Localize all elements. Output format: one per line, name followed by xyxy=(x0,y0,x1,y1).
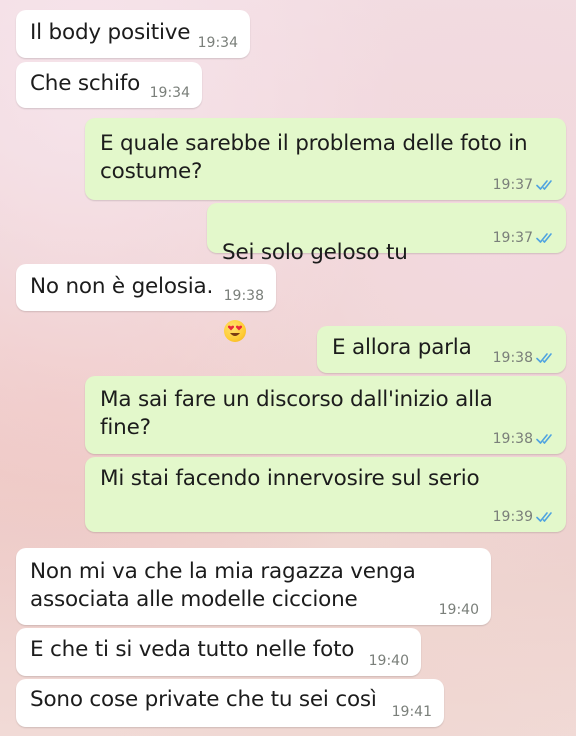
message-text: No non è gelosia. xyxy=(30,274,214,299)
message-text: Non mi va che la mia ragazza venga assoc… xyxy=(30,559,416,612)
message-meta: 19:37 xyxy=(493,177,556,193)
message-time: 19:38 xyxy=(492,350,533,366)
message-meta: 19:41 xyxy=(392,704,432,720)
message-text: E allora parla xyxy=(332,335,472,360)
message-meta: 19:34 xyxy=(150,85,190,101)
incoming-message[interactable]: Sono cose private che tu sei così 19:41 xyxy=(16,679,444,727)
read-receipt-icon xyxy=(536,232,556,244)
message-meta: 19:40 xyxy=(369,653,409,669)
message-meta: 19:34 xyxy=(198,35,238,51)
incoming-message[interactable]: No non è gelosia. 19:38 xyxy=(16,264,276,311)
outgoing-message[interactable]: E allora parla 19:38 xyxy=(317,326,566,373)
message-meta: 19:37 xyxy=(493,230,556,246)
message-time: 19:34 xyxy=(149,85,190,101)
incoming-message[interactable]: Non mi va che la mia ragazza venga assoc… xyxy=(16,548,491,625)
outgoing-message[interactable]: E quale sarebbe il problema delle foto i… xyxy=(85,118,566,200)
outgoing-message[interactable]: Ma sai fare un discorso dall'inizio alla… xyxy=(85,376,566,454)
read-receipt-icon xyxy=(536,433,556,445)
message-time: 19:34 xyxy=(197,35,238,51)
message-time: 19:39 xyxy=(492,509,533,525)
message-meta: 19:38 xyxy=(224,288,264,304)
message-time: 19:37 xyxy=(492,177,533,193)
message-text: Sono cose private che tu sei così xyxy=(30,687,377,712)
message-time: 19:38 xyxy=(492,431,533,447)
message-text: Il body positive xyxy=(30,20,191,45)
outgoing-message[interactable]: Mi stai facendo innervosire sul serio 19… xyxy=(85,457,566,532)
incoming-message[interactable]: Che schifo 19:34 xyxy=(16,62,202,108)
message-time: 19:40 xyxy=(438,602,479,618)
message-time: 19:40 xyxy=(368,653,409,669)
chat-area: Il body positive 19:34 Che schifo 19:34 … xyxy=(0,0,576,736)
read-receipt-icon xyxy=(536,511,556,523)
message-meta: 19:38 xyxy=(493,350,556,366)
incoming-message[interactable]: E che ti si veda tutto nelle foto 19:40 xyxy=(16,628,421,676)
message-text: Mi stai facendo innervosire sul serio xyxy=(100,466,480,491)
message-time: 19:41 xyxy=(391,704,432,720)
outgoing-message[interactable]: Sei solo geloso tu 19:37 xyxy=(207,203,566,342)
incoming-message[interactable]: Il body positive 19:34 xyxy=(16,10,250,58)
message-text: Che schifo xyxy=(30,71,141,96)
message-time: 19:37 xyxy=(492,230,533,246)
message-text: E che ti si veda tutto nelle foto xyxy=(30,637,355,662)
message-text: Ma sai fare un discorso dall'inizio alla… xyxy=(100,387,493,440)
message-time: 19:38 xyxy=(223,288,264,304)
message-text: E quale sarebbe il problema delle foto i… xyxy=(100,131,528,184)
message-meta: 19:40 xyxy=(439,602,479,618)
message-meta: 19:38 xyxy=(493,431,556,447)
message-meta: 19:39 xyxy=(493,509,556,525)
smiling-face-with-heart-eyes-icon xyxy=(224,320,246,342)
read-receipt-icon xyxy=(536,179,556,191)
message-text-content: Sei solo geloso tu xyxy=(222,240,408,265)
read-receipt-icon xyxy=(536,352,556,364)
